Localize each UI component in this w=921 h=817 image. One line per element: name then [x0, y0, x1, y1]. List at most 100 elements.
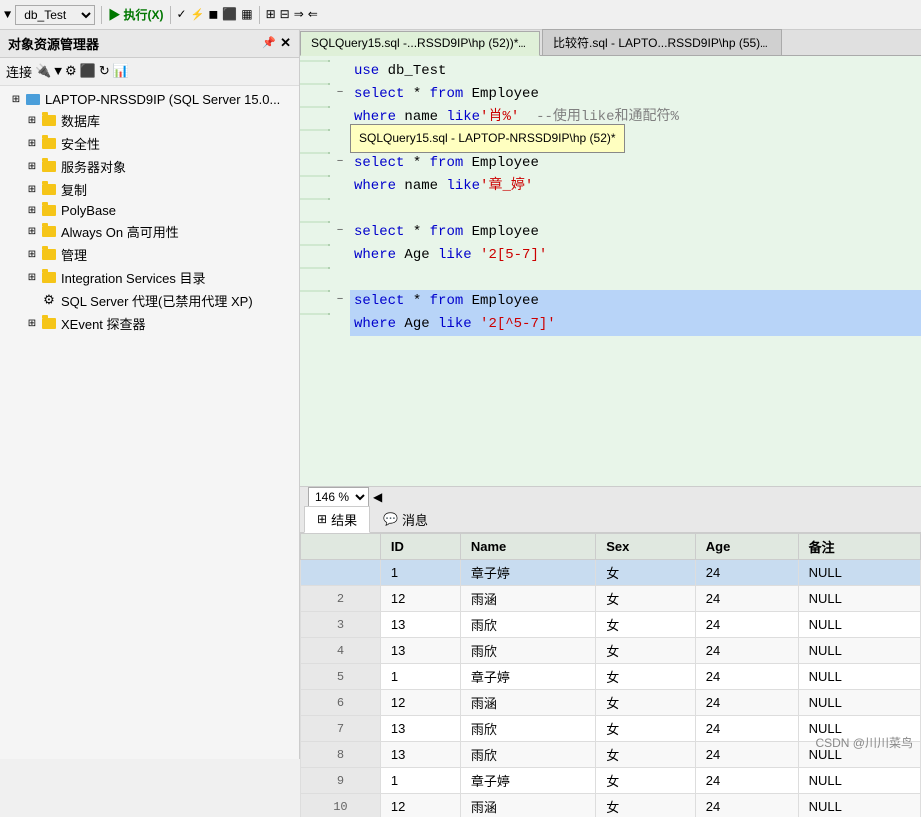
cell-rownum: 3 [301, 612, 381, 638]
expand-management[interactable]: ⊞ [24, 249, 40, 261]
zoom-selector[interactable]: 146 % [308, 487, 369, 507]
cell-rownum: 5 [301, 664, 381, 690]
toolbar-icon-6[interactable]: ⊞ [266, 7, 276, 22]
cell-age: 24 [695, 716, 798, 742]
code-line-11: − select * from Employee [300, 290, 921, 313]
line-content-6[interactable]: where name like'章_婷' [350, 175, 921, 198]
code-line-5: − select * from Employee [300, 152, 921, 175]
left-panel-toolbar: 连接 🔌 ▼ ⚙ ⬛ ↻ 📊 [0, 58, 299, 86]
tree-item-polybase[interactable]: ⊞ PolyBase [0, 201, 299, 220]
line-content-7[interactable] [350, 198, 921, 221]
table-row[interactable]: 1章子婷女24NULL [301, 560, 921, 586]
tab-messages[interactable]: 💬 消息 [370, 506, 441, 533]
expand-alwayson[interactable]: ⊞ [24, 226, 40, 238]
expand-replication[interactable]: ⊞ [24, 184, 40, 196]
execute-button[interactable]: ▶ 执行(X) [108, 6, 163, 23]
tree-item-replication[interactable]: ⊞ 复制 [0, 178, 299, 201]
cell-rownum: 7 [301, 716, 381, 742]
filter-icon[interactable]: ▼ [54, 64, 62, 79]
connect-button[interactable]: 连接 [6, 62, 32, 81]
cell-id: 13 [380, 638, 460, 664]
tab-compare[interactable]: 比较符.sql - LAPTO...RSSD9IP\hp (55) ✕ [542, 29, 782, 55]
item-label: Always On 高可用性 [61, 222, 179, 241]
cell-note: NULL [798, 794, 920, 817]
stop-icon[interactable]: ⬛ [80, 64, 96, 79]
col-note[interactable]: 备注 [798, 534, 920, 560]
zoom-scroll-left[interactable]: ◀ [373, 490, 382, 505]
tab-close-query15[interactable]: ✕ [530, 40, 538, 51]
table-row[interactable]: 313雨欣女24NULL [301, 612, 921, 638]
collapse-2[interactable]: − [330, 83, 350, 102]
server-expand[interactable]: ⊞ [8, 94, 24, 106]
toolbar-icon-parse[interactable]: ⚡ [191, 8, 205, 22]
table-row[interactable]: 413雨欣女24NULL [301, 638, 921, 664]
left-panel-close[interactable]: ✕ [280, 36, 291, 51]
line-content-2[interactable]: select * from Employee [350, 83, 921, 106]
connect-icon[interactable]: 🔌 [35, 64, 51, 79]
code-line-12: where Age like '2[^5-7]' [300, 313, 921, 336]
tree-item-xevent[interactable]: ⊞ XEvent 探查器 [0, 312, 299, 335]
toolbar-icon-9[interactable]: ⇐ [308, 7, 318, 22]
collapse-8[interactable]: − [330, 221, 350, 240]
line-content-5[interactable]: select * from Employee [350, 152, 921, 175]
results-area: ⊞ 结果 💬 消息 ID Name Sex Ag [300, 507, 921, 817]
tree-item-integration[interactable]: ⊞ Integration Services 目录 [0, 266, 299, 289]
line-content-12[interactable]: where Age like '2[^5-7]' [350, 313, 921, 336]
cell-name: 雨欣 [460, 638, 595, 664]
folder-databases-icon [40, 114, 58, 128]
toolbar-icon-1: ▼ [4, 8, 11, 22]
toolbar-icon-3[interactable]: ◼ [208, 7, 218, 22]
line-content-11[interactable]: select * from Employee [350, 290, 921, 313]
expand-xevent[interactable]: ⊞ [24, 318, 40, 330]
col-name[interactable]: Name [460, 534, 595, 560]
code-line-1: use db_Test [300, 60, 921, 83]
toolbar-icon-5[interactable]: ▦ [241, 7, 252, 22]
toolbar-icon-7[interactable]: ⊟ [280, 7, 290, 22]
toolbar-checkmark[interactable]: ✓ [177, 7, 187, 22]
table-row[interactable]: 212雨涵女24NULL [301, 586, 921, 612]
collapse-11[interactable]: − [330, 290, 350, 309]
tree-item-databases[interactable]: ⊞ 数据库 [0, 109, 299, 132]
line-num-2 [300, 83, 330, 85]
tree-item-server-objects[interactable]: ⊞ 服务器对象 [0, 155, 299, 178]
col-sex[interactable]: Sex [596, 534, 696, 560]
collapse-5[interactable]: − [330, 152, 350, 171]
toolbar-icon-4[interactable]: ⬛ [222, 7, 237, 22]
line-content-1[interactable]: use db_Test [350, 60, 921, 83]
toolbar-icon-8[interactable]: ⇒ [294, 7, 304, 22]
db-selector[interactable]: db_Test [15, 5, 95, 25]
table-row[interactable]: 1012雨涵女24NULL [301, 794, 921, 817]
tab-query15[interactable]: SQLQuery15.sql -...RSSD9IP\hp (52))* ✕ [300, 31, 540, 56]
line-content-10[interactable] [350, 267, 921, 290]
cell-name: 雨欣 [460, 716, 595, 742]
collapse-1 [330, 60, 350, 62]
filter2-icon[interactable]: ⚙ [65, 64, 77, 79]
tree-server-node[interactable]: ⊞ LAPTOP-NRSSD9IP (SQL Server 15.0... [0, 90, 299, 109]
line-content-8[interactable]: select * from Employee [350, 221, 921, 244]
table-row[interactable]: 51章子婷女24NULL [301, 664, 921, 690]
tab-close-compare[interactable]: ✕ [771, 40, 779, 51]
editor-area[interactable]: SQLQuery15.sql - LAPTOP-NRSSD9IP\hp (52)… [300, 56, 921, 486]
tree-item-security[interactable]: ⊞ 安全性 [0, 132, 299, 155]
expand-databases[interactable]: ⊞ [24, 115, 40, 127]
tree-item-management[interactable]: ⊞ 管理 [0, 243, 299, 266]
pin-icon[interactable]: 📌 [262, 36, 276, 51]
table-row[interactable]: 91章子婷女24NULL [301, 768, 921, 794]
col-id[interactable]: ID [380, 534, 460, 560]
expand-integration[interactable]: ⊞ [24, 272, 40, 284]
collapse-12 [330, 313, 350, 315]
tab-results[interactable]: ⊞ 结果 [304, 506, 370, 533]
chart-icon[interactable]: 📊 [113, 64, 129, 79]
refresh-icon[interactable]: ↻ [99, 64, 110, 79]
col-age[interactable]: Age [695, 534, 798, 560]
table-row[interactable]: 612雨涵女24NULL [301, 690, 921, 716]
results-table-container[interactable]: ID Name Sex Age 备注 1章子婷女24NULL212雨涵女24NU… [300, 533, 921, 817]
expand-security[interactable]: ⊞ [24, 138, 40, 150]
expand-polybase[interactable]: ⊞ [24, 205, 40, 217]
expand-server-objects[interactable]: ⊞ [24, 161, 40, 173]
tree-item-alwayson[interactable]: ⊞ Always On 高可用性 [0, 220, 299, 243]
main-layout: 对象资源管理器 📌 ✕ 连接 🔌 ▼ ⚙ ⬛ ↻ 📊 ⊞ LAPTOP-N [0, 30, 921, 759]
tree-item-sqlagent[interactable]: ⊞ ⚙ SQL Server 代理(已禁用代理 XP) [0, 289, 299, 312]
line-content-9[interactable]: where Age like '2[5-7]' [350, 244, 921, 267]
cell-id: 12 [380, 794, 460, 817]
